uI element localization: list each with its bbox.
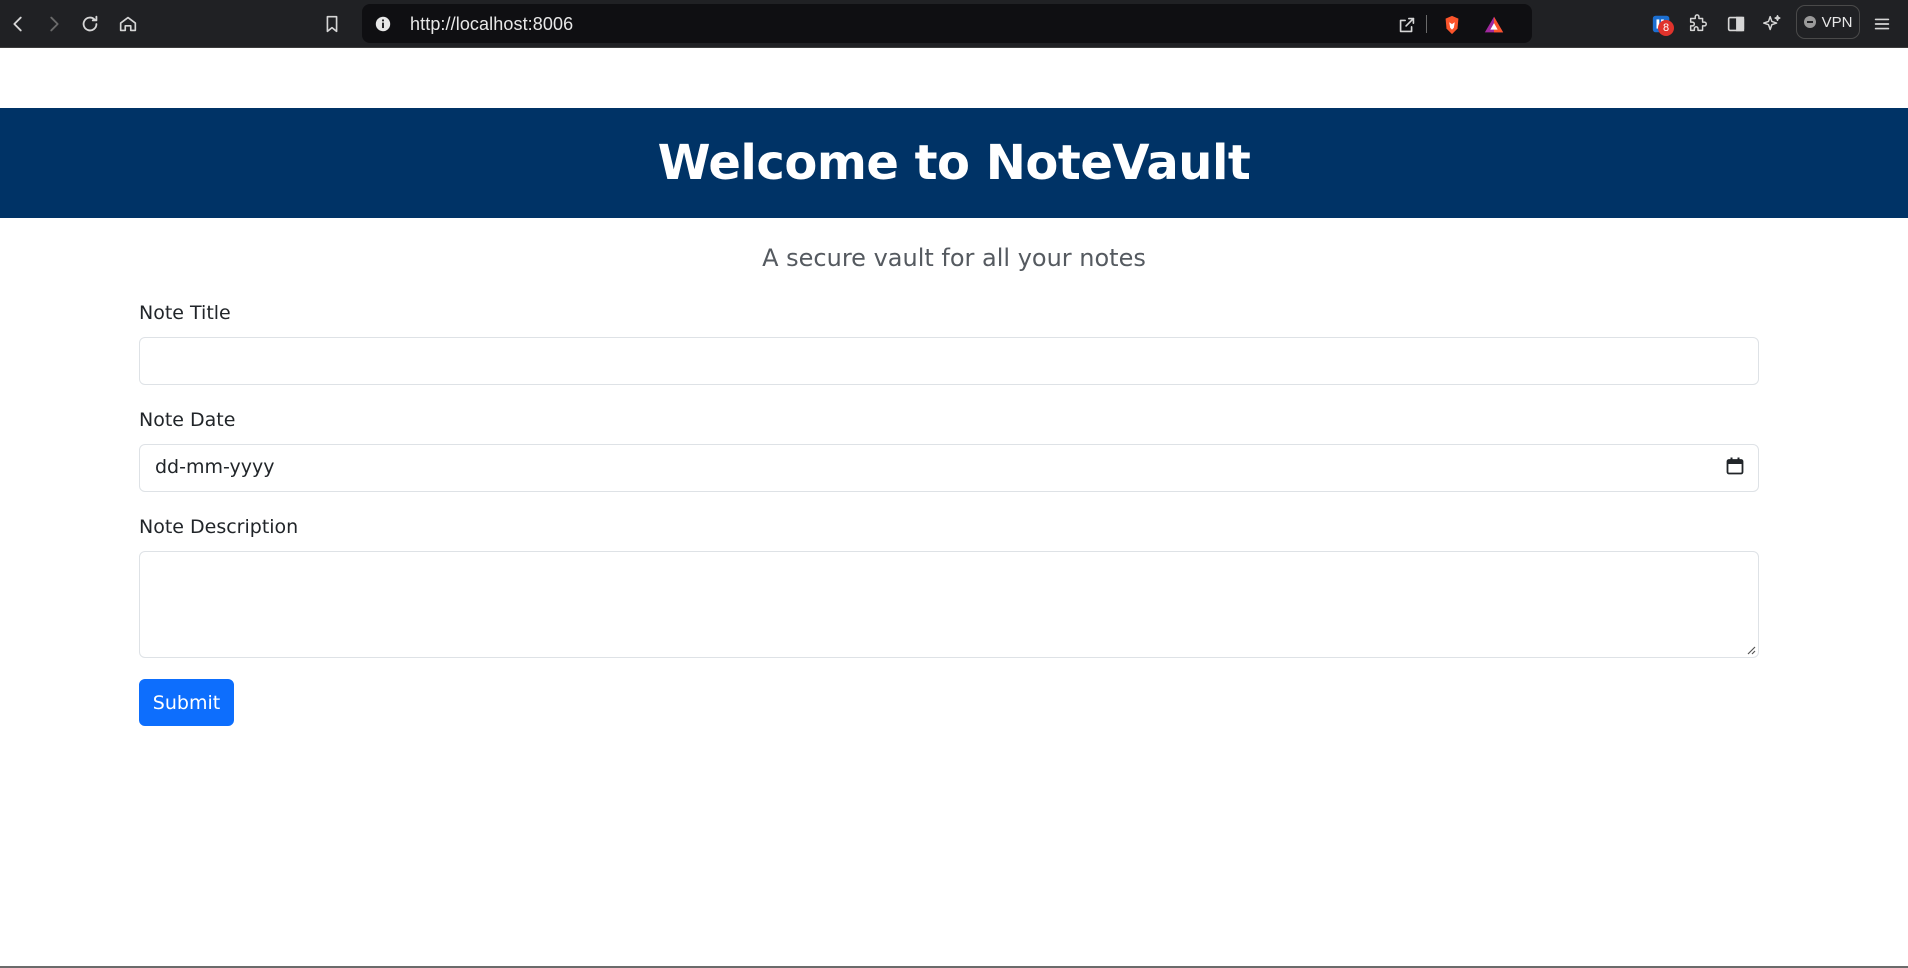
info-icon[interactable] [372, 13, 393, 34]
brave-shield-icon[interactable] [1439, 12, 1465, 38]
note-description-label: Note Description [139, 516, 299, 538]
note-date-input[interactable]: dd-mm-yyyy [139, 444, 1759, 492]
home-icon[interactable] [112, 8, 144, 40]
forward-arrow-icon[interactable] [38, 8, 70, 40]
hamburger-menu-icon[interactable] [1866, 8, 1898, 40]
url-text[interactable]: http://localhost:8006 [410, 14, 573, 35]
browser-toolbar: http://localhost:8006 8 VPN [0, 0, 1908, 48]
leo-ai-icon[interactable] [1756, 8, 1788, 40]
note-title-label: Note Title [139, 302, 231, 324]
note-description-textarea[interactable] [139, 551, 1759, 658]
extension-badge: 8 [1658, 20, 1674, 36]
note-title-input[interactable] [139, 337, 1759, 385]
sidebar-icon[interactable] [1720, 8, 1752, 40]
share-icon[interactable] [1394, 12, 1420, 38]
address-bar[interactable]: http://localhost:8006 [362, 4, 1532, 43]
back-arrow-icon[interactable] [2, 8, 34, 40]
brave-rewards-icon[interactable] [1481, 12, 1507, 38]
page-title: Welcome to NoteVault [657, 135, 1251, 191]
bookmark-icon[interactable] [316, 8, 348, 40]
note-date-label: Note Date [139, 409, 236, 431]
calendar-icon[interactable] [1726, 457, 1744, 475]
address-divider [1426, 15, 1427, 33]
reload-icon[interactable] [74, 8, 106, 40]
vpn-label: VPN [1821, 13, 1853, 31]
vpn-status-icon [1803, 16, 1816, 28]
puzzle-icon[interactable] [1682, 8, 1714, 40]
vpn-button[interactable]: VPN [1796, 5, 1860, 39]
resize-grip-icon[interactable] [1746, 645, 1756, 655]
page-content: Welcome to NoteVault A secure vault for … [0, 48, 1908, 968]
date-placeholder: dd-mm-yyyy [155, 456, 275, 478]
submit-button[interactable]: Submit [139, 679, 234, 726]
page-tagline: A secure vault for all your notes [762, 244, 1146, 272]
header-banner: Welcome to NoteVault [0, 108, 1908, 218]
